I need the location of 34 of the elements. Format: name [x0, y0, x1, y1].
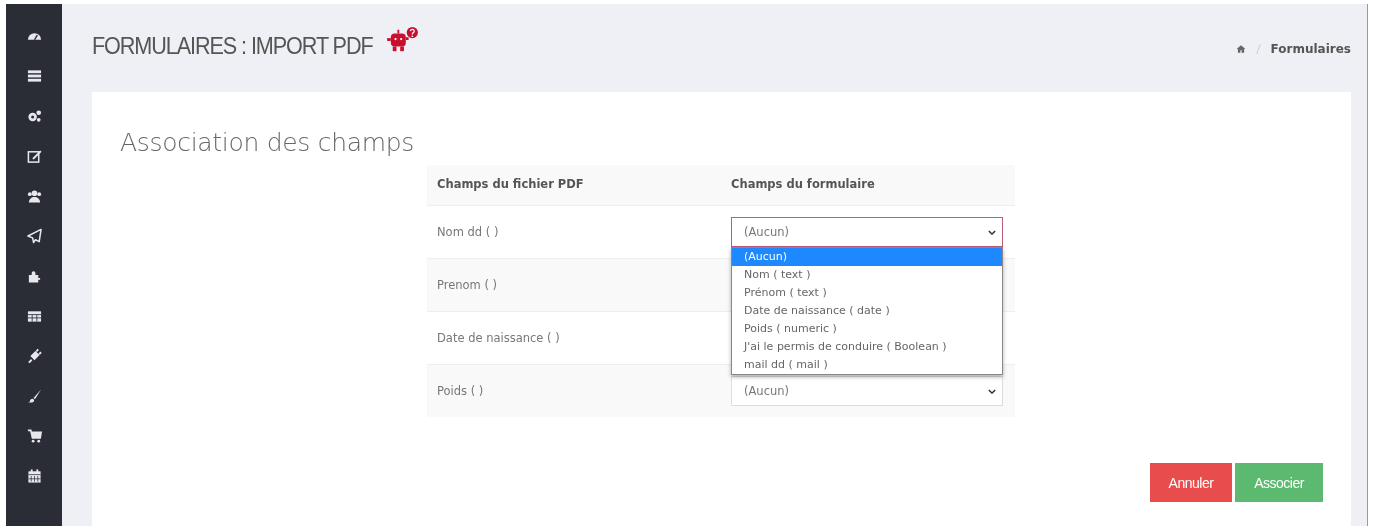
dropdown-option[interactable]: mail dd ( mail ) [732, 356, 1002, 374]
brush-icon[interactable] [26, 388, 42, 404]
paper-plane-icon[interactable] [26, 228, 42, 244]
calendar-icon[interactable] [26, 468, 42, 484]
table-cell: Poids ( ) [437, 384, 484, 398]
cart-icon[interactable] [26, 428, 42, 444]
dropdown-option[interactable]: Prénom ( text ) [732, 284, 1002, 302]
table-icon[interactable] [26, 308, 42, 324]
select-field[interactable]: (Aucun) [731, 376, 1003, 406]
dropdown-option[interactable]: Date de naissance ( date ) [732, 302, 1002, 320]
chevron-icon [988, 388, 996, 394]
home-icon[interactable] [1235, 44, 1246, 54]
cancel-button[interactable]: Annuler [1150, 463, 1232, 502]
breadcrumb-link[interactable]: Formulaires [1270, 42, 1351, 56]
page-title: FORMULAIRES : IMPORT PDF [92, 32, 373, 60]
select-field[interactable]: (Aucun) [731, 217, 1003, 247]
dropdown-option[interactable]: Nom ( text ) [732, 266, 1002, 284]
dropdown-option[interactable]: Poids ( numeric ) [732, 320, 1002, 338]
section-heading: Association des champs [120, 128, 416, 157]
gears-icon[interactable] [26, 108, 42, 124]
chevron-icon [988, 229, 996, 235]
dropdown-option[interactable]: J'ai le permis de conduire ( Boolean ) [732, 338, 1002, 356]
puzzle-icon[interactable] [26, 268, 42, 284]
column-header: Champs du formulaire [730, 176, 876, 193]
edit-icon[interactable] [26, 148, 42, 164]
table-cell: Date de naissance ( ) [437, 331, 560, 345]
list-icon[interactable] [26, 68, 42, 84]
dropdown-option[interactable]: (Aucun) [732, 248, 1002, 266]
robot-help-icon[interactable] [385, 26, 420, 54]
plug-icon[interactable] [26, 348, 42, 364]
table-cell: Nom dd ( ) [437, 225, 499, 239]
column-header: Champs du fichier PDF [436, 176, 585, 193]
table-cell: Prenom ( ) [437, 278, 498, 292]
users-icon[interactable] [26, 188, 42, 204]
